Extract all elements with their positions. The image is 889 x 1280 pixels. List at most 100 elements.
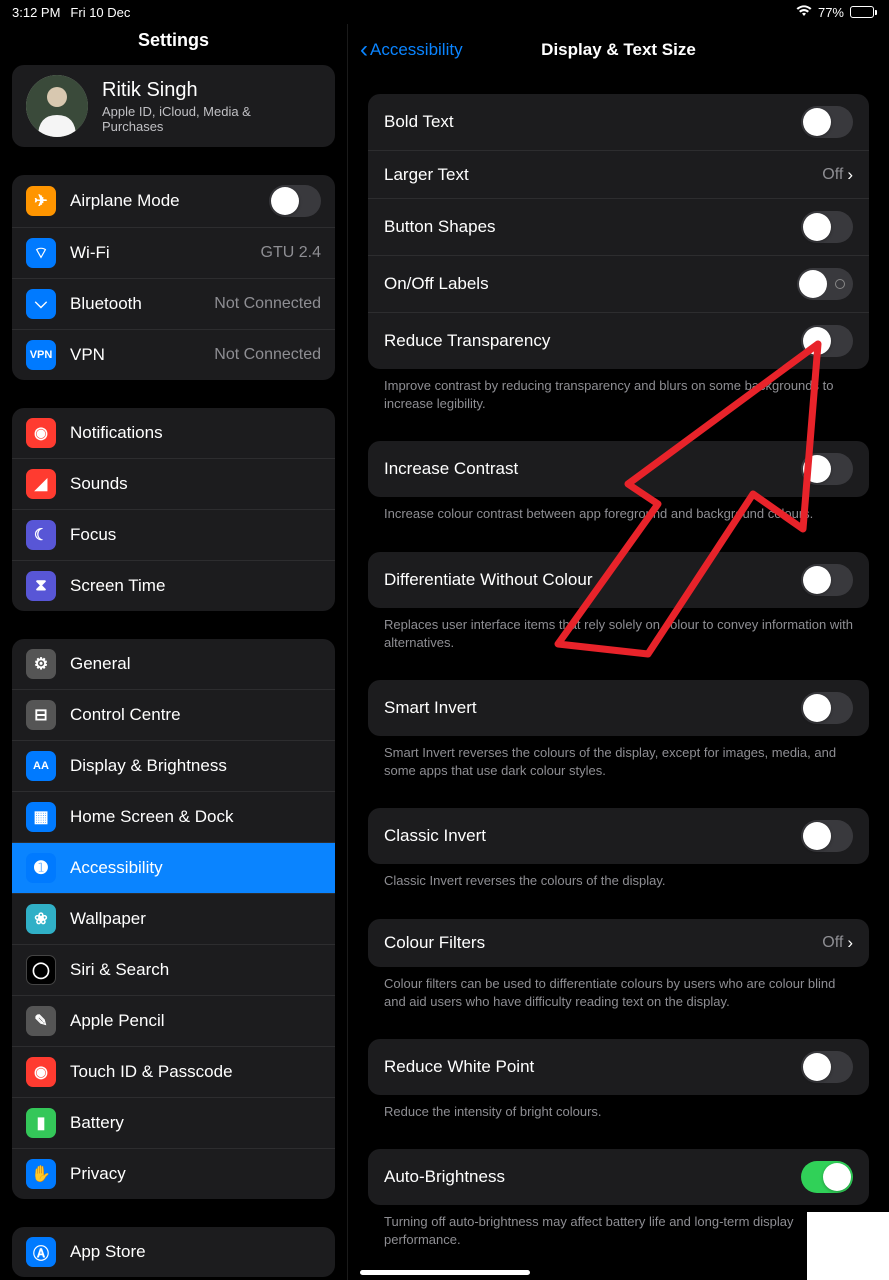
sound-icon: ◢ bbox=[26, 469, 56, 499]
setting-label: Differentiate Without Colour bbox=[384, 570, 801, 590]
settings-section: Classic Invert bbox=[368, 808, 869, 864]
setting-label: Reduce Transparency bbox=[384, 331, 801, 351]
section-footer: Classic Invert reverses the colours of t… bbox=[368, 864, 869, 890]
setting-button-shapes[interactable]: Button Shapes bbox=[368, 199, 869, 256]
sidebar-item-home-screen-dock[interactable]: ▦ Home Screen & Dock bbox=[12, 792, 335, 843]
chevron-right-icon: › bbox=[847, 933, 853, 953]
toggle[interactable] bbox=[801, 106, 853, 138]
toggle[interactable] bbox=[269, 185, 321, 217]
pencil-icon: ✎ bbox=[26, 1006, 56, 1036]
setting-differentiate-without-colour[interactable]: Differentiate Without Colour bbox=[368, 552, 869, 608]
moon-icon: ☾ bbox=[26, 520, 56, 550]
toggle[interactable] bbox=[801, 564, 853, 596]
airplane-icon: ✈︎ bbox=[26, 186, 56, 216]
hourglass-icon: ⧗ bbox=[26, 571, 56, 601]
sidebar-item-label: Airplane Mode bbox=[70, 191, 269, 211]
sidebar-item-bluetooth[interactable]: ⌵BluetoothNot Connected bbox=[12, 279, 335, 330]
avatar bbox=[26, 75, 88, 137]
gear-icon: ⚙︎ bbox=[26, 649, 56, 679]
setting-increase-contrast[interactable]: Increase Contrast bbox=[368, 441, 869, 497]
bell-icon: ◉ bbox=[26, 418, 56, 448]
detail-title: Display & Text Size bbox=[541, 40, 696, 60]
detail-header: ‹ Accessibility Display & Text Size bbox=[348, 24, 889, 76]
toggle[interactable] bbox=[797, 268, 853, 300]
sidebar-item-general[interactable]: ⚙︎ General bbox=[12, 639, 335, 690]
appstore-icon: Ⓐ bbox=[26, 1237, 56, 1267]
setting-smart-invert[interactable]: Smart Invert bbox=[368, 680, 869, 736]
touch-icon: ◉ bbox=[26, 1057, 56, 1087]
setting-colour-filters[interactable]: Colour FiltersOff› bbox=[368, 919, 869, 967]
toggle[interactable] bbox=[801, 453, 853, 485]
sidebar-item-focus[interactable]: ☾Focus bbox=[12, 510, 335, 561]
profile-group: Ritik Singh Apple ID, iCloud, Media & Pu… bbox=[12, 65, 335, 147]
setting-label: Classic Invert bbox=[384, 826, 801, 846]
sidebar-item-accessibility[interactable]: ➊ Accessibility bbox=[12, 843, 335, 894]
sidebar-item-label: Battery bbox=[70, 1113, 321, 1133]
profile-row[interactable]: Ritik Singh Apple ID, iCloud, Media & Pu… bbox=[12, 65, 335, 147]
store-group: ⒶApp Store bbox=[12, 1227, 335, 1277]
sidebar-item-label: General bbox=[70, 654, 321, 674]
chevron-left-icon: ‹ bbox=[360, 36, 368, 64]
toggle[interactable] bbox=[801, 1161, 853, 1193]
bt-icon: ⌵ bbox=[26, 289, 56, 319]
overlay-box bbox=[807, 1212, 889, 1280]
setting-bold-text[interactable]: Bold Text bbox=[368, 94, 869, 151]
toggle[interactable] bbox=[801, 325, 853, 357]
settings-section: Colour FiltersOff› bbox=[368, 919, 869, 967]
toggle[interactable] bbox=[801, 820, 853, 852]
sidebar-item-vpn[interactable]: VPNVPNNot Connected bbox=[12, 330, 335, 380]
vpn-icon: VPN bbox=[26, 340, 56, 370]
sidebar-item-privacy[interactable]: ✋Privacy bbox=[12, 1149, 335, 1199]
settings-section: Bold TextLarger TextOff› Button Shapes On/… bbox=[368, 94, 869, 369]
status-date: Fri 10 Dec bbox=[70, 5, 130, 20]
cc-icon: ⊟ bbox=[26, 700, 56, 730]
profile-sub: Apple ID, iCloud, Media & Purchases bbox=[102, 104, 302, 134]
sidebar-item-screen-time[interactable]: ⧗Screen Time bbox=[12, 561, 335, 611]
setting-larger-text[interactable]: Larger TextOff› bbox=[368, 151, 869, 199]
setting-value: Off bbox=[822, 934, 843, 952]
setting-reduce-white-point[interactable]: Reduce White Point bbox=[368, 1039, 869, 1095]
toggle[interactable] bbox=[801, 211, 853, 243]
sidebar-item-touch-id-passcode[interactable]: ◉Touch ID & Passcode bbox=[12, 1047, 335, 1098]
sidebar-item-wi-fi[interactable]: ⌔Wi-FiGTU 2.4 bbox=[12, 228, 335, 279]
general-group: ⚙︎ General ⊟Control CentreAADisplay & Brig… bbox=[12, 639, 335, 1199]
section-footer: Smart Invert reverses the colours of the… bbox=[368, 736, 869, 780]
setting-on-off-labels[interactable]: On/Off Labels bbox=[368, 256, 869, 313]
sidebar-item-control-centre[interactable]: ⊟Control Centre bbox=[12, 690, 335, 741]
access-icon: ➊ bbox=[26, 853, 56, 883]
settings-sidebar: Settings Ritik Singh Apple ID, iCloud, M… bbox=[0, 24, 348, 1280]
toggle[interactable] bbox=[801, 692, 853, 724]
sidebar-item-label: Accessibility bbox=[70, 858, 321, 878]
sidebar-item-label: Wallpaper bbox=[70, 909, 321, 929]
sidebar-item-label: Siri & Search bbox=[70, 960, 321, 980]
setting-reduce-transparency[interactable]: Reduce Transparency bbox=[368, 313, 869, 369]
setting-label: Button Shapes bbox=[384, 217, 801, 237]
sidebar-item-apple-pencil[interactable]: ✎Apple Pencil bbox=[12, 996, 335, 1047]
settings-section: Reduce White Point bbox=[368, 1039, 869, 1095]
sidebar-item-notifications[interactable]: ◉Notifications bbox=[12, 408, 335, 459]
sidebar-item-sounds[interactable]: ◢ Sounds bbox=[12, 459, 335, 510]
grid-icon: ▦ bbox=[26, 802, 56, 832]
detail-pane: ‹ Accessibility Display & Text Size Bold… bbox=[348, 24, 889, 1280]
sidebar-item-airplane-mode[interactable]: ✈︎ Airplane Mode bbox=[12, 175, 335, 228]
setting-label: Smart Invert bbox=[384, 698, 801, 718]
wall-icon: ❀ bbox=[26, 904, 56, 934]
sidebar-item-label: Home Screen & Dock bbox=[70, 807, 321, 827]
settings-section: Smart Invert bbox=[368, 680, 869, 736]
sidebar-title: Settings bbox=[0, 30, 347, 51]
notifications-group: ◉Notifications ◢ Sounds ☾Focus⧗Screen Time bbox=[12, 408, 335, 611]
sidebar-item-value: Not Connected bbox=[214, 346, 321, 364]
sidebar-item-app-store[interactable]: ⒶApp Store bbox=[12, 1227, 335, 1277]
toggle[interactable] bbox=[801, 1051, 853, 1083]
back-button[interactable]: ‹ Accessibility bbox=[360, 36, 463, 64]
sidebar-item-siri-search[interactable]: ◯Siri & Search bbox=[12, 945, 335, 996]
sidebar-item-wallpaper[interactable]: ❀ Wallpaper bbox=[12, 894, 335, 945]
sidebar-item-display-brightness[interactable]: AADisplay & Brightness bbox=[12, 741, 335, 792]
sidebar-item-battery[interactable]: ▮Battery bbox=[12, 1098, 335, 1149]
home-indicator[interactable] bbox=[360, 1270, 530, 1275]
setting-auto-brightness[interactable]: Auto-Brightness bbox=[368, 1149, 869, 1205]
battery-percent: 77% bbox=[818, 5, 844, 20]
setting-classic-invert[interactable]: Classic Invert bbox=[368, 808, 869, 864]
sidebar-item-label: Sounds bbox=[70, 474, 321, 494]
setting-label: Larger Text bbox=[384, 165, 822, 185]
